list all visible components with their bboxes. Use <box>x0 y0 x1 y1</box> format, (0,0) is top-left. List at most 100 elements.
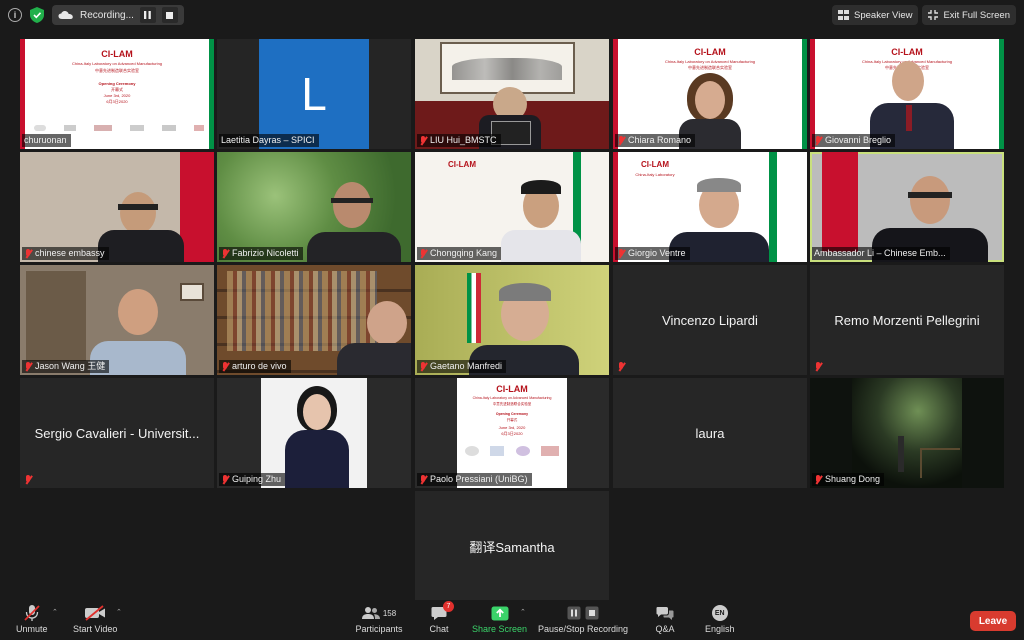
participant-name: LIU Hui_BMSTC <box>417 134 501 147</box>
participant-name: Jason Wang 王健 <box>22 360 110 373</box>
avatar: L <box>259 39 369 149</box>
chevron-up-icon[interactable]: ⌃ <box>520 608 526 616</box>
exit-fullscreen-icon <box>928 10 939 20</box>
speaker-view-button[interactable]: Speaker View <box>832 5 919 25</box>
shared-slide: CI-LAM China-Italy Laboratory on Advance… <box>20 39 214 149</box>
stop-recording-icon[interactable] <box>161 7 178 23</box>
pause-icon <box>567 606 581 620</box>
video-tile[interactable]: CI-LAM China-Italy Laboratory on Advance… <box>810 39 1004 149</box>
video-tile[interactable]: laura <box>613 378 807 488</box>
participant-name: churuonan <box>22 134 71 147</box>
qa-label: Q&A <box>655 624 675 634</box>
video-tile[interactable]: CI-LAM China-Italy Laboratory on Advance… <box>613 39 807 149</box>
grid-icon <box>838 10 850 20</box>
active-speaker-tile[interactable]: Ambassador Li – Chinese Emb... <box>810 152 1004 262</box>
interpretation-button[interactable]: EN English <box>705 604 735 634</box>
participant-name: Paolo Pressiani (UniBG) <box>417 473 532 486</box>
video-tile[interactable]: Gaetano Manfredi <box>415 265 609 375</box>
video-tile[interactable]: Shuang Dong <box>810 378 1004 488</box>
exit-full-screen-label: Exit Full Screen <box>943 9 1010 21</box>
participant-name: Chiara Romano <box>615 134 696 147</box>
slide-subtitle: China-Italy Laboratory on Advanced Manuf… <box>71 61 163 66</box>
participant-name: 翻译Samantha <box>469 539 555 555</box>
chat-button[interactable]: 7 Chat <box>427 601 454 634</box>
chat-badge: 7 <box>443 601 454 612</box>
participant-name: Giorgio Ventre <box>615 247 690 260</box>
mic-muted-indicator <box>615 360 629 373</box>
unmute-button[interactable]: Unmute <box>16 604 48 634</box>
pause-recording-icon[interactable] <box>139 7 156 23</box>
english-label: English <box>705 624 735 634</box>
speaker-view-label: Speaker View <box>854 9 913 21</box>
pause-stop-recording-button[interactable]: Pause/Stop Recording <box>538 604 628 634</box>
share-screen-label: Share Screen <box>472 624 528 634</box>
video-tile[interactable]: Vincenzo Lipardi <box>613 265 807 375</box>
participant-name: Chongqing Kang <box>417 247 502 260</box>
participants-label: Participants <box>355 624 403 634</box>
pause-recording-label: Pause/Stop Recording <box>538 624 629 634</box>
video-tile[interactable]: CI-LAM China-Italy Laboratory on Advance… <box>20 39 214 149</box>
video-tile[interactable]: Remo Morzenti Pellegrini <box>810 265 1004 375</box>
recording-label: Recording... <box>80 9 134 21</box>
slide-title: CI-LAM <box>101 49 133 59</box>
video-tile[interactable]: CI-LAM Chongqing Kang <box>415 152 609 262</box>
meeting-toolbar: Unmute ⌃ Start Video ⌃ 158 Participants … <box>0 600 1024 640</box>
slide-cn-date: 6月3日2020 <box>106 99 128 104</box>
exit-full-screen-button[interactable]: Exit Full Screen <box>922 5 1016 25</box>
slide-cn-subtitle: 中意先进制造联合实验室 <box>95 68 139 73</box>
slide-ceremony: Opening Ceremony <box>98 81 136 86</box>
video-tile[interactable]: L Laetitia Dayras – SPICI <box>217 39 411 149</box>
participant-name: Gaetano Manfredi <box>417 360 507 373</box>
start-video-button[interactable]: Start Video <box>73 604 117 634</box>
security-shield-icon[interactable] <box>30 7 44 23</box>
video-tile[interactable]: CI-LAM China-Italy Laboratory Giorgio Ve… <box>613 152 807 262</box>
video-tile[interactable]: Guiping Zhu <box>217 378 411 488</box>
start-video-label: Start Video <box>73 624 118 634</box>
video-tile[interactable]: LIU Hui_BMSTC <box>415 39 609 149</box>
unmute-label: Unmute <box>16 624 48 634</box>
recording-indicator: Recording... <box>52 5 184 25</box>
chat-label: Chat <box>429 624 449 634</box>
chevron-up-icon[interactable]: ⌃ <box>52 608 58 616</box>
video-tile[interactable]: 翻译Samantha <box>415 491 609 601</box>
chevron-up-icon[interactable]: ⌃ <box>116 608 122 616</box>
mic-muted-indicator <box>22 473 36 486</box>
share-screen-button[interactable]: Share Screen <box>472 604 527 634</box>
participant-name: Ambassador Li – Chinese Emb... <box>812 247 950 260</box>
info-icon[interactable]: i <box>8 8 22 22</box>
participant-name: laura <box>695 425 725 441</box>
leave-button[interactable]: Leave <box>970 611 1016 631</box>
qa-button[interactable]: Q&A <box>653 604 677 634</box>
participant-name: Remo Morzenti Pellegrini <box>834 312 980 328</box>
participant-name: arturo de vivo <box>219 360 291 373</box>
participants-button[interactable]: 158 Participants <box>354 604 404 634</box>
participant-name: Fabrizio Nicoletti <box>219 247 303 260</box>
participant-name: Giovanni Breglio <box>812 134 896 147</box>
top-bar: i Recording... Speaker View Exit Full Sc… <box>0 0 1024 30</box>
participant-name: Sergio Cavalieri - Universit... <box>34 425 200 441</box>
participants-icon <box>361 607 380 619</box>
participant-name: Vincenzo Lipardi <box>662 312 758 328</box>
video-tile[interactable]: Jason Wang 王健 <box>20 265 214 375</box>
video-tile[interactable]: arturo de vivo <box>217 265 411 375</box>
video-tile[interactable]: Sergio Cavalieri - Universit... <box>20 378 214 488</box>
qa-icon <box>656 606 674 620</box>
video-off-icon <box>85 605 106 621</box>
video-tile[interactable]: CI-LAM China-Italy Laboratory on Advance… <box>415 378 609 488</box>
video-tile[interactable]: Fabrizio Nicoletti <box>217 152 411 262</box>
mic-muted-indicator <box>812 360 826 373</box>
participant-name: Shuang Dong <box>812 473 885 486</box>
participants-count: 158 <box>382 608 397 618</box>
mic-muted-icon <box>24 605 40 621</box>
zoom-meeting-window: i Recording... Speaker View Exit Full Sc… <box>0 0 1024 640</box>
shared-slide: CI-LAM China-Italy Laboratory on Advance… <box>457 378 567 488</box>
cloud-icon <box>58 10 73 19</box>
share-screen-icon <box>491 606 509 620</box>
slide-date: June 3rd, 2020 <box>103 93 131 98</box>
globe-language-icon: EN <box>711 605 728 621</box>
participant-name: Guiping Zhu <box>219 473 286 486</box>
stop-icon <box>585 606 599 620</box>
participant-name: Laetitia Dayras – SPICI <box>219 134 319 147</box>
video-tile[interactable]: chinese embassy <box>20 152 214 262</box>
participant-name: chinese embassy <box>22 247 109 260</box>
